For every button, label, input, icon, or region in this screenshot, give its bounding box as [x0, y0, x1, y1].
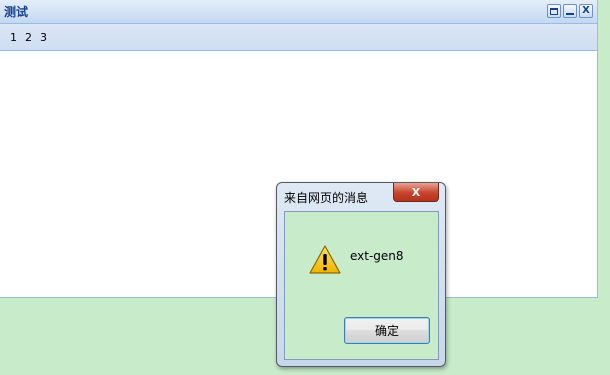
- alert-content: ext-gen8 确定: [284, 211, 439, 360]
- window-header[interactable]: 测试 X: [0, 0, 597, 24]
- alert-dialog: 来自网页的消息 X ext-gen8 确定: [276, 182, 446, 367]
- maximize-icon[interactable]: [547, 4, 561, 18]
- toolbar-item-3[interactable]: 3: [36, 31, 51, 44]
- alert-title: 来自网页的消息: [284, 191, 369, 205]
- alert-close-button[interactable]: X: [393, 183, 439, 202]
- warning-icon: [309, 245, 341, 274]
- minimize-icon[interactable]: [563, 4, 577, 18]
- toolbar-item-2[interactable]: 2: [21, 31, 36, 44]
- window-toolbar: 1 2 3: [0, 24, 597, 51]
- alert-message: ext-gen8: [350, 249, 404, 263]
- close-icon[interactable]: X: [579, 4, 593, 18]
- desktop-background: 测试 X 1 2 3 来自网页的消息 X ext-gen8 确定: [0, 0, 610, 375]
- toolbar-item-1[interactable]: 1: [6, 31, 21, 44]
- window-tools: X: [547, 4, 593, 18]
- window-title: 测试: [4, 5, 29, 19]
- ok-button[interactable]: 确定: [344, 317, 430, 344]
